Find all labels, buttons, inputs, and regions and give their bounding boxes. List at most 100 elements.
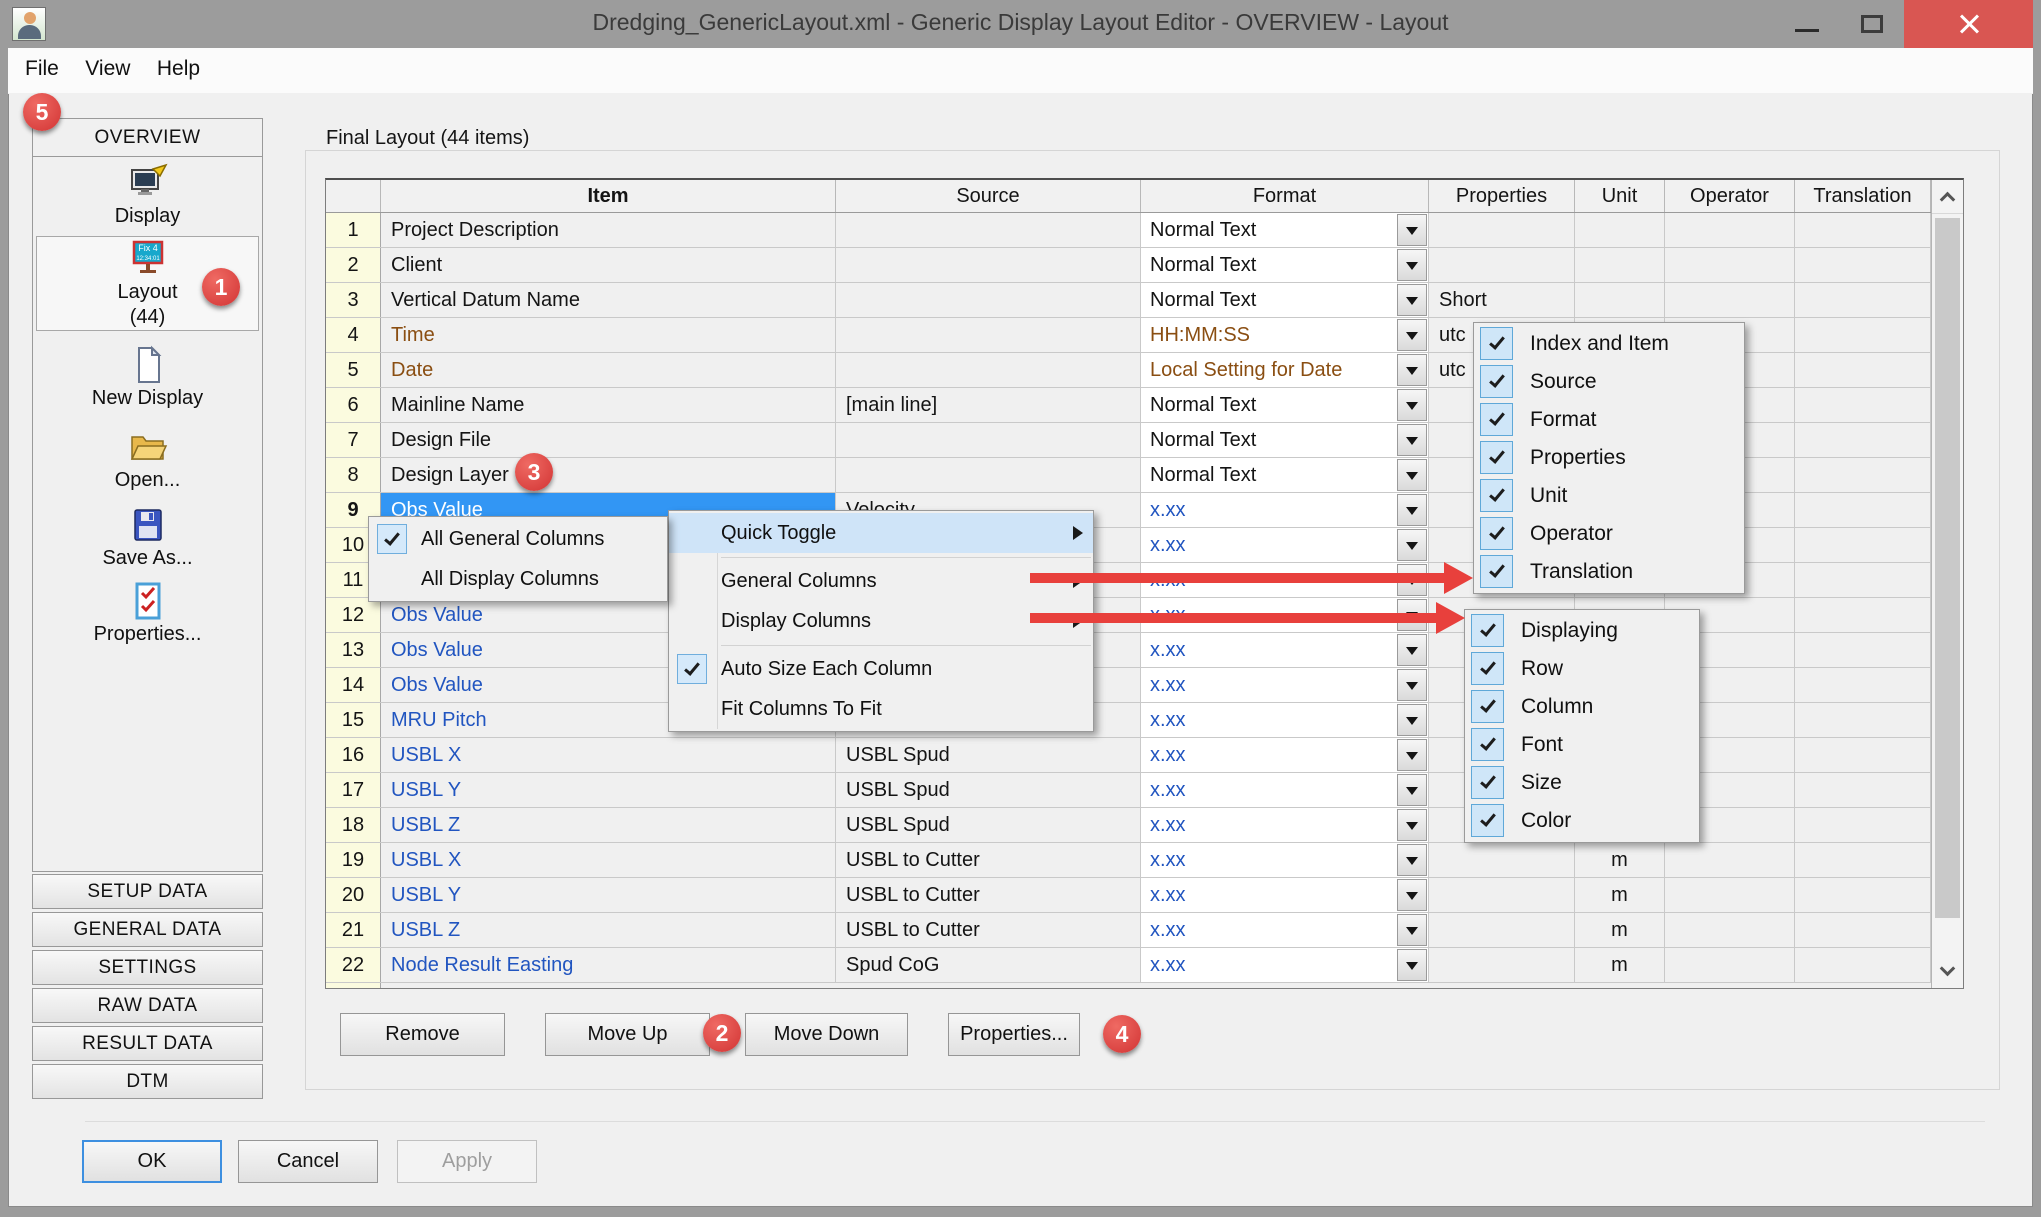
table-row[interactable]: 3 Vertical Datum Name Normal Text Short <box>326 283 1963 318</box>
translation-cell[interactable] <box>1795 738 1931 772</box>
table-row[interactable]: 2 Client Normal Text <box>326 248 1963 283</box>
format-cell[interactable]: x.xx <box>1141 913 1429 947</box>
item-cell[interactable]: Project Description <box>381 213 836 247</box>
popup-checkbox-item[interactable]: Row <box>1465 650 1699 688</box>
item-cell[interactable]: USBL Y <box>381 773 836 807</box>
apply-button[interactable]: Apply <box>397 1140 537 1183</box>
sidebar-item-open[interactable]: Open... <box>35 427 260 492</box>
format-cell[interactable]: x.xx <box>1141 878 1429 912</box>
column-header-unit[interactable]: Unit <box>1575 180 1665 212</box>
properties-cell[interactable] <box>1429 948 1575 982</box>
menu-help[interactable]: Help <box>146 48 211 81</box>
checkbox-checked-icon[interactable] <box>1480 403 1513 436</box>
sidebar-section-button[interactable]: SETTINGS <box>32 950 263 985</box>
source-cell[interactable]: USBL Spud <box>836 738 1141 772</box>
properties-cell[interactable] <box>1429 248 1575 282</box>
properties-cell[interactable]: Short <box>1429 283 1575 317</box>
item-cell[interactable]: Design Layer <box>381 458 836 492</box>
format-cell[interactable]: x.xx <box>1141 808 1429 842</box>
table-row[interactable]: 20 USBL Y USBL to Cutter x.xx m <box>326 878 1963 913</box>
source-cell[interactable] <box>836 458 1141 492</box>
popup-checkbox-item[interactable]: Format <box>1474 401 1744 439</box>
sidebar-section-button[interactable]: RAW DATA <box>32 988 263 1023</box>
menu-item-auto-size-each-column[interactable]: Auto Size Each Column <box>669 649 1093 689</box>
format-dropdown-button[interactable] <box>1397 949 1427 981</box>
translation-cell[interactable] <box>1795 353 1931 387</box>
format-dropdown-button[interactable] <box>1397 914 1427 946</box>
item-cell[interactable]: Date <box>381 353 836 387</box>
item-cell[interactable]: Design File <box>381 423 836 457</box>
table-row[interactable]: 16 USBL X USBL Spud x.xx <box>326 738 1963 773</box>
checkbox-checked-icon[interactable] <box>1471 690 1504 723</box>
format-dropdown-button[interactable] <box>1397 494 1427 526</box>
format-cell[interactable]: Normal Text <box>1141 388 1429 422</box>
translation-cell[interactable] <box>1795 283 1931 317</box>
operator-cell[interactable] <box>1665 248 1795 282</box>
format-cell[interactable]: Normal Text <box>1141 283 1429 317</box>
menu-item-fit-columns-to-fit[interactable]: Fit Columns To Fit <box>669 689 1093 729</box>
format-dropdown-button[interactable] <box>1397 529 1427 561</box>
sidebar-item-display[interactable]: Display <box>35 163 260 228</box>
table-row[interactable]: 22 Node Result Easting Spud CoG x.xx m <box>326 948 1963 983</box>
popup-checkbox-item[interactable]: Displaying <box>1465 612 1699 650</box>
format-cell[interactable]: Normal Text <box>1141 423 1429 457</box>
sidebar-section-button[interactable]: SETUP DATA <box>32 874 263 909</box>
item-cell[interactable]: USBL Z <box>381 913 836 947</box>
format-cell[interactable]: HH:MM:SS <box>1141 318 1429 352</box>
popup-checkbox-item[interactable]: Font <box>1465 726 1699 764</box>
operator-cell[interactable] <box>1665 283 1795 317</box>
unit-cell[interactable]: m <box>1575 948 1665 982</box>
format-cell[interactable]: x.xx <box>1141 773 1429 807</box>
format-dropdown-button[interactable] <box>1397 879 1427 911</box>
format-dropdown-button[interactable] <box>1397 634 1427 666</box>
item-cell[interactable]: Time <box>381 318 836 352</box>
operator-cell[interactable] <box>1665 948 1795 982</box>
popup-checkbox-item[interactable]: Operator <box>1474 515 1744 553</box>
item-cell[interactable]: USBL X <box>381 738 836 772</box>
table-row[interactable]: 13 Obs Value x.xx <box>326 633 1963 668</box>
title-bar[interactable]: Dredging_GenericLayout.xml - Generic Dis… <box>0 0 2041 48</box>
format-cell[interactable]: x.xx <box>1141 493 1429 527</box>
menu-file[interactable]: File <box>14 48 70 81</box>
popup-checkbox-item[interactable]: Color <box>1465 802 1699 840</box>
translation-cell[interactable] <box>1795 913 1931 947</box>
format-dropdown-button[interactable] <box>1397 389 1427 421</box>
column-header-format[interactable]: Format <box>1141 180 1429 212</box>
translation-cell[interactable] <box>1795 948 1931 982</box>
format-dropdown-button[interactable] <box>1397 669 1427 701</box>
format-cell[interactable]: x.xx <box>1141 703 1429 737</box>
sidebar-item-save-as[interactable]: Save As... <box>35 505 260 570</box>
table-row[interactable]: 18 USBL Z USBL Spud x.xx <box>326 808 1963 843</box>
item-cell[interactable]: Client <box>381 248 836 282</box>
popup-checkbox-item[interactable]: Column <box>1465 688 1699 726</box>
format-dropdown-button[interactable] <box>1397 284 1427 316</box>
operator-cell[interactable] <box>1665 843 1795 877</box>
translation-cell[interactable] <box>1795 703 1931 737</box>
unit-cell[interactable]: m <box>1575 843 1665 877</box>
move-up-button[interactable]: Move Up <box>545 1013 710 1056</box>
column-header-index[interactable] <box>326 180 381 212</box>
popup-checkbox-item[interactable]: Index and Item <box>1474 325 1744 363</box>
format-dropdown-button[interactable] <box>1397 354 1427 386</box>
table-row[interactable]: 17 USBL Y USBL Spud x.xx <box>326 773 1963 808</box>
sidebar-item-properties[interactable]: Properties... <box>35 581 260 646</box>
translation-cell[interactable] <box>1795 633 1931 667</box>
operator-cell[interactable] <box>1665 213 1795 247</box>
format-dropdown-button[interactable] <box>1397 459 1427 491</box>
format-cell[interactable]: x.xx <box>1141 738 1429 772</box>
popup-checkbox-item[interactable]: Properties <box>1474 439 1744 477</box>
maximize-button[interactable] <box>1843 0 1901 48</box>
format-dropdown-button[interactable] <box>1397 249 1427 281</box>
table-row[interactable]: 21 USBL Z USBL to Cutter x.xx m <box>326 913 1963 948</box>
vertical-scrollbar[interactable] <box>1931 180 1963 988</box>
unit-cell[interactable] <box>1575 283 1665 317</box>
item-cell[interactable]: Vertical Datum Name <box>381 283 836 317</box>
translation-cell[interactable] <box>1795 843 1931 877</box>
source-cell[interactable] <box>836 423 1141 457</box>
translation-cell[interactable] <box>1795 598 1931 632</box>
format-dropdown-button[interactable] <box>1397 844 1427 876</box>
format-cell[interactable]: x.xx <box>1141 633 1429 667</box>
format-dropdown-button[interactable] <box>1397 739 1427 771</box>
column-header-properties[interactable]: Properties <box>1429 180 1575 212</box>
unit-cell[interactable] <box>1575 248 1665 282</box>
